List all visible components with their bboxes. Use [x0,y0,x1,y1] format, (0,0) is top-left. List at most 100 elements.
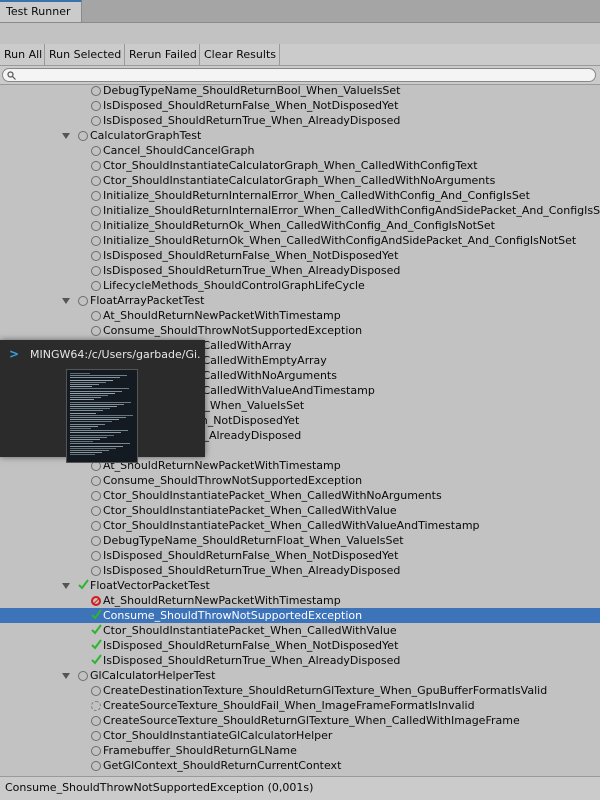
test-label: CreateDestinationTexture_ShouldReturnGlT… [103,684,548,697]
search-box[interactable] [2,68,596,83]
clear-results-button[interactable]: Clear Results [200,44,280,65]
terminal-text-line [70,447,116,449]
test-case-row[interactable]: DebugTypeName_ShouldReturnBool_When_Valu… [0,83,600,98]
not-run-icon [91,491,101,501]
test-case-row[interactable]: Ctor_ShouldInstantiatePacket_When_Called… [0,518,600,533]
toolbar: Run All Run Selected Rerun Failed Clear … [0,44,600,66]
not-run-icon [91,311,101,321]
test-label: Initialize_ShouldReturnOk_When_CalledWit… [103,219,495,232]
terminal-text-line [70,381,106,383]
expand-arrow-icon[interactable] [62,673,70,679]
test-case-row[interactable]: Consume_ShouldThrowNotSupportedException [0,323,600,338]
test-case-row[interactable]: Ctor_ShouldInstantiatePacket_When_Called… [0,488,600,503]
not-run-icon [91,146,101,156]
test-case-row[interactable]: Framebuffer_ShouldReturnGLName [0,743,600,758]
test-case-row[interactable]: IsDisposed_ShouldReturnFalse_When_NotDis… [0,248,600,263]
taskbar-preview-popup[interactable]: > MINGW64:/c/Users/garbade/Gi... [0,340,205,463]
terminal-text-line [70,412,96,414]
test-label: DebugTypeName_ShouldReturnBool_When_Valu… [103,84,401,97]
test-case-row[interactable]: IsDisposed_ShouldReturnTrue_When_Already… [0,113,600,128]
test-case-row[interactable]: CreateSourceTexture_ShouldFail_When_Imag… [0,698,600,713]
test-case-row[interactable]: Ctor_ShouldInstantiateCalculatorGraph_Wh… [0,158,600,173]
test-case-row[interactable]: IsDisposed_ShouldReturnFalse_When_NotDis… [0,548,600,563]
not-run-icon [91,566,101,576]
test-label: IsDisposed_ShouldReturnFalse_When_NotDis… [103,639,399,652]
test-case-row[interactable]: Initialize_ShouldReturnInternalError_Whe… [0,188,600,203]
terminal-text-line [70,419,119,421]
not-run-icon [91,206,101,216]
test-case-row[interactable]: CreateDestinationTexture_ShouldReturnGlT… [0,683,600,698]
test-fixture-row[interactable]: FloatArrayPacketTest [0,293,600,308]
not-run-icon [91,161,101,171]
terminal-text-line [70,450,109,451]
failed-icon [91,596,101,606]
test-label: At_ShouldReturnNewPacketWithTimestamp [103,309,341,322]
test-label: Initialize_ShouldReturnOk_When_CalledWit… [103,234,577,247]
test-case-row[interactable]: CreateSourceTexture_ShouldReturnGlTextur… [0,713,600,728]
terminal-text-line [70,401,131,403]
passed-check-icon [91,624,102,635]
test-case-row[interactable]: InitializeForTest_ShouldInitialize [0,773,600,775]
tab-label: Test Runner [6,5,71,18]
test-case-row[interactable]: IsDisposed_ShouldReturnFalse_When_NotDis… [0,98,600,113]
test-label: IsDisposed_ShouldReturnFalse_When_NotDis… [103,549,399,562]
not-run-icon [91,476,101,486]
test-case-row[interactable]: Consume_ShouldThrowNotSupportedException [0,473,600,488]
test-label: GlCalculatorHelperTest [90,669,216,682]
search-input[interactable] [19,69,583,83]
test-label: DebugTypeName_ShouldReturnFloat_When_Val… [103,534,404,547]
terminal-text-line [70,399,94,401]
test-fixture-row[interactable]: FloatVectorPacketTest [0,578,600,593]
test-case-row[interactable]: Ctor_ShouldInstantiateCalculatorGraph_Wh… [0,173,600,188]
test-case-row[interactable]: IsDisposed_ShouldReturnFalse_When_NotDis… [0,638,600,653]
test-label: Ctor_ShouldInstantiatePacket_When_Called… [103,489,442,502]
run-all-button[interactable]: Run All [0,44,45,65]
test-label: Cancel_ShouldCancelGraph [103,144,255,157]
not-run-icon [91,521,101,531]
test-case-row[interactable]: Cancel_ShouldCancelGraph [0,143,600,158]
test-case-row[interactable]: Consume_ShouldThrowNotSupportedException [0,608,600,623]
test-label: Ctor_ShouldInstantiateCalculatorGraph_Wh… [103,159,478,172]
terminal-text-line [70,434,114,436]
rerun-failed-button[interactable]: Rerun Failed [125,44,200,65]
test-case-row[interactable]: At_ShouldReturnNewPacketWithTimestamp [0,308,600,323]
terminal-text-line [70,377,120,379]
test-case-row[interactable]: IsDisposed_ShouldReturnTrue_When_Already… [0,263,600,278]
terminal-text-line [70,379,113,381]
test-case-row[interactable]: IsDisposed_ShouldReturnTrue_When_Already… [0,563,600,578]
expand-arrow-icon[interactable] [62,133,70,139]
test-label: Ctor_ShouldInstantiatePacket_When_Called… [103,519,480,532]
search-icon [7,71,16,80]
terminal-text-line [70,432,121,434]
terminal-text-line [70,392,115,394]
terminal-text-line [70,452,102,454]
terminal-text-line [70,421,112,423]
test-case-row[interactable]: DebugTypeName_ShouldReturnFloat_When_Val… [0,533,600,548]
test-case-row[interactable]: IsDisposed_ShouldReturnTrue_When_Already… [0,653,600,668]
terminal-text-line [70,373,90,374]
expand-arrow-icon[interactable] [62,298,70,304]
test-case-row[interactable]: Ctor_ShouldInstantiatePacket_When_Called… [0,623,600,638]
run-selected-button[interactable]: Run Selected [45,44,125,65]
test-case-row[interactable]: LifecycleMethods_ShouldControlGraphLifeC… [0,278,600,293]
test-case-row[interactable]: Ctor_ShouldInstantiateGlCalculatorHelper [0,728,600,743]
terminal-text-line [70,386,92,388]
test-fixture-row[interactable]: GlCalculatorHelperTest [0,668,600,683]
test-case-row[interactable]: Ctor_ShouldInstantiatePacket_When_Called… [0,503,600,518]
test-case-row[interactable]: Initialize_ShouldReturnInternalError_Whe… [0,203,600,218]
test-label: Ctor_ShouldInstantiatePacket_When_Called… [103,624,397,637]
test-case-row[interactable]: GetGlContext_ShouldReturnCurrentContext [0,758,600,773]
expand-arrow-icon[interactable] [62,583,70,589]
test-fixture-row[interactable]: CalculatorGraphTest [0,128,600,143]
test-case-row[interactable]: At_ShouldReturnNewPacketWithTimestamp [0,593,600,608]
test-case-row[interactable]: Initialize_ShouldReturnOk_When_CalledWit… [0,233,600,248]
test-label: IsDisposed_ShouldReturnTrue_When_Already… [103,654,401,667]
not-run-icon [91,281,101,291]
terminal-thumbnail[interactable] [66,369,138,463]
tab-test-runner[interactable]: Test Runner [0,0,82,22]
test-label: IsDisposed_ShouldReturnTrue_When_Already… [103,264,401,277]
test-label: Framebuffer_ShouldReturnGLName [103,744,297,757]
not-run-icon [91,236,101,246]
test-case-row[interactable]: Initialize_ShouldReturnOk_When_CalledWit… [0,218,600,233]
test-label: Consume_ShouldThrowNotSupportedException [103,324,363,337]
